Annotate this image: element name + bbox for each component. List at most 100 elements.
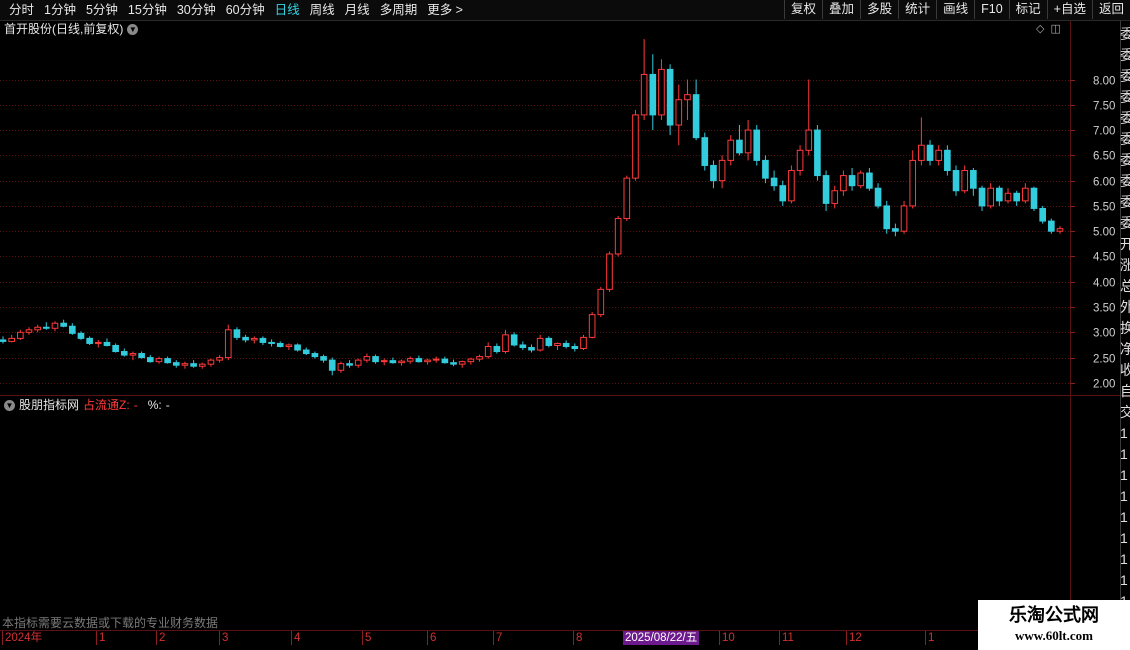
- watermark-url: www.60lt.com: [1015, 628, 1093, 643]
- candle-body: [43, 326, 50, 329]
- period-tab[interactable]: 日线: [270, 0, 305, 20]
- candle-body: [311, 353, 319, 358]
- candle-body: [909, 159, 917, 207]
- quote-panel-glyph: 委: [1120, 110, 1130, 126]
- candle-body: [718, 159, 726, 182]
- candle: [233, 327, 241, 340]
- chevron-down-icon[interactable]: ▼: [127, 23, 139, 35]
- candle-body: [207, 359, 215, 365]
- tool-button[interactable]: F10: [974, 0, 1009, 19]
- period-tab[interactable]: 30分钟: [172, 0, 221, 20]
- date-axis: 2024年 1 2 3 4 5 6 7 8 10 11 12 1: [0, 631, 1070, 645]
- candle: [190, 360, 197, 368]
- kline-chart[interactable]: 8.00 7.50 7.00 6.50 6.00 5.50 5.00 4.50 4.00 3.50…: [0, 0, 1130, 650]
- candle: [8, 334, 15, 343]
- candle: [337, 361, 345, 373]
- quote-panel-glyph: 1: [1120, 509, 1128, 525]
- panel-controls: ◇ ◫: [1036, 22, 1061, 35]
- candle-body: [762, 159, 769, 179]
- watermark-logo: 乐淘公式网 www.60lt.com: [978, 600, 1130, 650]
- candle: [614, 216, 622, 257]
- tool-button[interactable]: 复权: [784, 0, 822, 19]
- candle: [606, 251, 613, 292]
- watermark-title: 乐淘公式网: [1009, 605, 1099, 626]
- period-tab[interactable]: 60分钟: [221, 0, 270, 20]
- chevron-down-icon[interactable]: ▼: [4, 399, 15, 411]
- period-tab[interactable]: 分时: [4, 0, 39, 20]
- tool-button[interactable]: 画线: [936, 0, 974, 19]
- candle: [250, 336, 258, 344]
- candle-body: [770, 177, 778, 187]
- candle-body: [17, 331, 24, 339]
- indicator-label: 占流通Z:: [83, 398, 130, 412]
- candle-body: [112, 344, 119, 353]
- candle: [536, 334, 544, 352]
- candle: [51, 321, 59, 332]
- candle-body: [60, 322, 67, 327]
- candle: [562, 340, 570, 349]
- period-tab[interactable]: 月线: [340, 0, 375, 20]
- tool-button[interactable]: +自选: [1046, 0, 1092, 19]
- candle-body: [918, 144, 925, 161]
- price-axis-label: 6.00: [1093, 177, 1115, 189]
- candle-body: [450, 362, 457, 365]
- candle: [25, 327, 33, 335]
- candle-body: [831, 190, 839, 204]
- indicator-name[interactable]: 股朋指标网: [19, 398, 79, 412]
- candle: [311, 351, 319, 359]
- candle-body: [250, 337, 258, 341]
- quote-panel-glyph: 委: [1120, 131, 1130, 147]
- candles[interactable]: [0, 39, 1064, 376]
- candle-body: [484, 345, 492, 358]
- price-axis: 8.00 7.50 7.00 6.50 6.00 5.50 5.00 4.50 4.00 3.50…: [1070, 76, 1115, 391]
- tool-button[interactable]: 统计: [898, 0, 936, 19]
- candle-body: [571, 345, 579, 350]
- candle-body: [164, 358, 171, 364]
- stock-title[interactable]: 首开股份(日线,前复权): [4, 21, 123, 37]
- candle: [770, 170, 778, 191]
- candle: [788, 165, 795, 204]
- pct-label: %:: [147, 398, 162, 412]
- candle-body: [424, 359, 431, 363]
- period-tabs: 分时 1分钟 5分钟 15分钟 30分钟 60分钟 日线 周线 月线 多周期 更多 >: [4, 0, 468, 20]
- main-chart-title: 首开股份(日线,前复权) ▼: [4, 21, 139, 37]
- quote-panel-glyph: 1: [1120, 467, 1128, 483]
- candle: [857, 170, 865, 189]
- candle-body: [926, 144, 934, 161]
- period-tab[interactable]: 5分钟: [81, 0, 123, 20]
- quote-panel-glyph: 开: [1120, 236, 1130, 252]
- candle: [415, 355, 423, 363]
- tool-button[interactable]: 多股: [860, 0, 898, 19]
- candle: [484, 342, 492, 359]
- candle: [892, 223, 899, 237]
- candle: [623, 175, 631, 222]
- candle: [692, 79, 700, 141]
- panel-toggle-icon[interactable]: ◫: [1050, 22, 1060, 35]
- candle: [874, 183, 882, 209]
- tool-button[interactable]: 叠加: [822, 0, 860, 19]
- quote-panel-glyph: 1: [1120, 551, 1128, 567]
- period-tab[interactable]: 15分钟: [123, 0, 172, 20]
- candle-body: [259, 337, 267, 343]
- candle-body: [840, 175, 847, 192]
- price-axis-label: 4.50: [1093, 252, 1115, 264]
- period-tab[interactable]: 周线: [305, 0, 340, 20]
- candle: [718, 155, 726, 189]
- candle-body: [658, 68, 665, 116]
- tool-button[interactable]: 标记: [1008, 0, 1047, 19]
- candle-body: [510, 334, 518, 346]
- candle-body: [710, 164, 717, 182]
- quote-panel-glyph: 委: [1120, 152, 1130, 168]
- date-tick-label: 6: [427, 631, 436, 645]
- date-tick-label: 2: [156, 631, 165, 645]
- candle: [432, 356, 440, 363]
- candle: [259, 336, 267, 345]
- candle: [328, 357, 336, 376]
- candle: [380, 358, 388, 366]
- period-tab[interactable]: 1分钟: [39, 0, 81, 20]
- period-tab[interactable]: 更多 >: [422, 0, 468, 20]
- period-tab[interactable]: 多周期: [375, 0, 423, 20]
- tool-button[interactable]: 返回: [1091, 0, 1130, 19]
- candle: [978, 185, 986, 211]
- diamond-icon[interactable]: ◇: [1036, 22, 1044, 35]
